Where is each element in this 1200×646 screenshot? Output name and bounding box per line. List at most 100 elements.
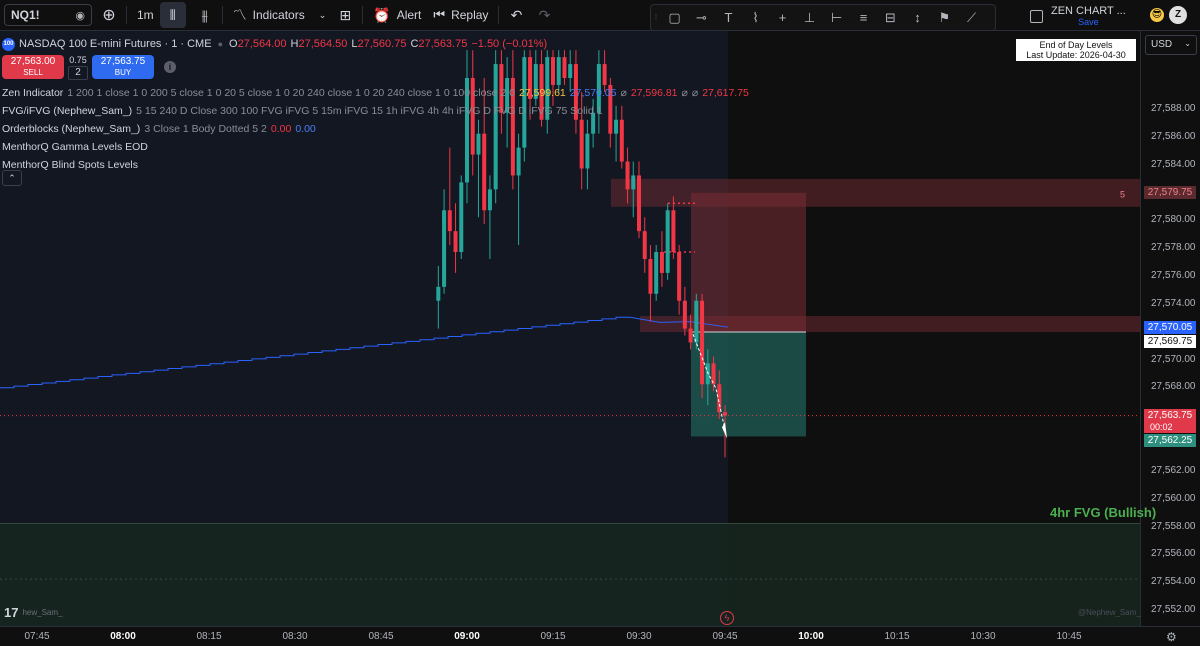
- chart-type-bars-button[interactable]: ⫵: [192, 2, 218, 28]
- redo-button[interactable]: ↷: [531, 2, 557, 28]
- currency-select[interactable]: USD ⌄: [1145, 35, 1197, 55]
- indicator-row[interactable]: Orderblocks (Nephew_Sam_) 3 Close 1 Body …: [2, 120, 749, 138]
- candle-body: [688, 328, 693, 343]
- indicator-value: 0.00: [295, 123, 316, 135]
- price-tick-label: 27,558.00: [1151, 520, 1196, 532]
- emoji-status-icon[interactable]: 😎: [1150, 8, 1164, 22]
- candle-body: [436, 286, 441, 301]
- bars-icon: ⫵: [201, 6, 208, 23]
- symbol-legend-row[interactable]: 100 NASDAQ 100 E-mini Futures · 1 · CME …: [2, 37, 547, 51]
- indicator-templates-button[interactable]: ⊞: [332, 2, 358, 28]
- info-icon[interactable]: i: [164, 61, 176, 73]
- indicator-value: 27,570.05: [569, 87, 617, 99]
- candle-body: [722, 412, 728, 416]
- alert-button[interactable]: ⏰ Alert: [367, 0, 427, 31]
- toolbar-divider: [126, 6, 127, 24]
- buy-button[interactable]: 27,563.75 BUY: [92, 55, 154, 79]
- indicator-row[interactable]: Zen Indicator 1 200 1 close 1 0 200 5 clo…: [2, 84, 749, 102]
- layout-menu[interactable]: ZEN CHART ... Save: [1030, 5, 1142, 27]
- eye-icon: ◉: [75, 9, 85, 22]
- sell-price: 27,563.00: [10, 56, 56, 67]
- nasdaq-100-logo-icon: 100: [2, 37, 15, 51]
- gear-icon[interactable]: ⚙: [1166, 630, 1177, 644]
- indicator-name: MenthorQ Gamma Levels EOD: [2, 141, 148, 153]
- flag-tool-icon[interactable]: ⚑: [931, 5, 958, 30]
- indicator-row[interactable]: FVG/iFVG (Nephew_Sam_) 5 15 240 D Close 3…: [2, 102, 749, 120]
- fvg-zone-bullish: [0, 523, 1140, 626]
- close-value: 27,563.75: [418, 38, 468, 50]
- undo-button[interactable]: ↶: [503, 2, 529, 28]
- candle-countdown: 00:02: [1144, 421, 1196, 433]
- interval-button[interactable]: 1m: [131, 0, 160, 31]
- indicator-value: 0.00: [270, 123, 292, 135]
- indicator-row[interactable]: MenthorQ Blind Spots Levels: [2, 156, 749, 174]
- price-tick-label: 27,584.00: [1151, 158, 1196, 170]
- low-value: 27,560.75: [357, 38, 407, 50]
- layout-checkbox[interactable]: [1030, 9, 1043, 23]
- symbol-title: NASDAQ 100 E-mini Futures · 1 · CME: [19, 38, 212, 50]
- drag-handle-icon[interactable]: ⁞: [651, 13, 661, 22]
- compare-symbol-button[interactable]: ⊕: [96, 2, 122, 28]
- line-tool-icon[interactable]: ⊸: [688, 5, 715, 30]
- zone-number-label: 5: [1120, 190, 1125, 200]
- time-tick-label: 10:00: [798, 631, 824, 642]
- candle-body: [654, 252, 659, 294]
- collapse-legend-button[interactable]: ⌃: [2, 170, 22, 186]
- candle-body: [694, 300, 699, 343]
- time-scale[interactable]: ⚙ 07:45 08:00 08:15 08:30 08:45 09:00 09:15 09:…: [0, 626, 1200, 646]
- indicator-value: 27,599.61: [519, 87, 566, 99]
- layout-title: ZEN CHART ...: [1051, 4, 1126, 17]
- tradingview-logo-icon: 17: [4, 605, 19, 620]
- measure-tool-icon[interactable]: ↕: [904, 5, 931, 30]
- trade-panel: 27,563.00 SELL 0.75 2 27,563.75 BUY i: [2, 54, 176, 80]
- indicator-row[interactable]: MenthorQ Gamma Levels EOD: [2, 138, 749, 156]
- tradingview-watermark: 17 hew_Sam_: [4, 605, 63, 620]
- toolbar-divider: [221, 6, 223, 24]
- path-tool-icon[interactable]: ⟋: [958, 5, 985, 30]
- quantity-input[interactable]: 2: [68, 66, 88, 80]
- chevron-down-icon: ⌄: [1184, 39, 1191, 48]
- symbol-search-button[interactable]: NQ1! ◉: [4, 4, 92, 26]
- sell-label: SELL: [23, 68, 43, 77]
- layout-save-status[interactable]: Save: [1051, 17, 1126, 27]
- text-tool-icon[interactable]: T: [715, 5, 742, 30]
- candle-body: [665, 210, 670, 273]
- fib-tool-icon[interactable]: ≡: [850, 5, 877, 30]
- user-avatar[interactable]: Z: [1169, 6, 1187, 24]
- price-tick-label: 27,578.00: [1151, 242, 1196, 254]
- candle-body: [453, 231, 458, 253]
- replay-icon: ⏮: [433, 7, 446, 22]
- drawing-toolbar: ⁞ ▢ ⊸ T ⌇ + ⊥ ⊢ ≡ ⊟ ↕ ⚑ ⟋: [650, 4, 996, 31]
- lightning-icon[interactable]: ϟ: [720, 611, 734, 625]
- candle-body: [700, 300, 705, 385]
- candle-body: [487, 189, 492, 211]
- undo-icon: ↶: [510, 6, 523, 23]
- position-tool-icon[interactable]: ⊟: [877, 5, 904, 30]
- range-tool-icon[interactable]: ⊢: [823, 5, 850, 30]
- currency-value: USD: [1151, 39, 1173, 50]
- sell-button[interactable]: 27,563.00 SELL: [2, 55, 64, 79]
- anchor-tool-icon[interactable]: ⊥: [796, 5, 823, 30]
- indicators-button[interactable]: 〽 Indicators ⌄: [227, 0, 333, 31]
- price-tick-label: 27,552.00: [1151, 604, 1196, 616]
- time-tick-label: 10:45: [1056, 631, 1082, 642]
- layout-info: ZEN CHART ... Save: [1051, 4, 1126, 27]
- candle-body: [671, 210, 676, 253]
- rectangle-tool-icon[interactable]: ▢: [661, 5, 688, 30]
- crosshair-tool-icon[interactable]: +: [769, 5, 796, 30]
- eod-title: End of Day Levels: [1039, 40, 1113, 50]
- spread-qty: 0.75 2: [68, 54, 88, 80]
- time-tick-label: 08:30: [282, 631, 308, 642]
- candle-body: [642, 231, 647, 259]
- indicator-args: 5 15 240 D Close 300 100 FVG iFVG 5 15m …: [136, 105, 603, 117]
- time-tick-label: 07:45: [24, 631, 50, 642]
- replay-button[interactable]: ⏮ Replay: [427, 0, 494, 31]
- chart-type-candles-button[interactable]: ⫴: [159, 2, 186, 28]
- price-tick-label: 27,568.00: [1151, 381, 1196, 393]
- pattern-tool-icon[interactable]: ⌇: [742, 5, 769, 30]
- time-tick-label: 09:00: [454, 631, 480, 642]
- alert-icon: ⏰: [373, 6, 391, 23]
- indicator-name: Zen Indicator: [2, 87, 64, 99]
- indicator-value: 27,596.81: [630, 87, 678, 99]
- indicators-icon: 〽: [232, 7, 247, 23]
